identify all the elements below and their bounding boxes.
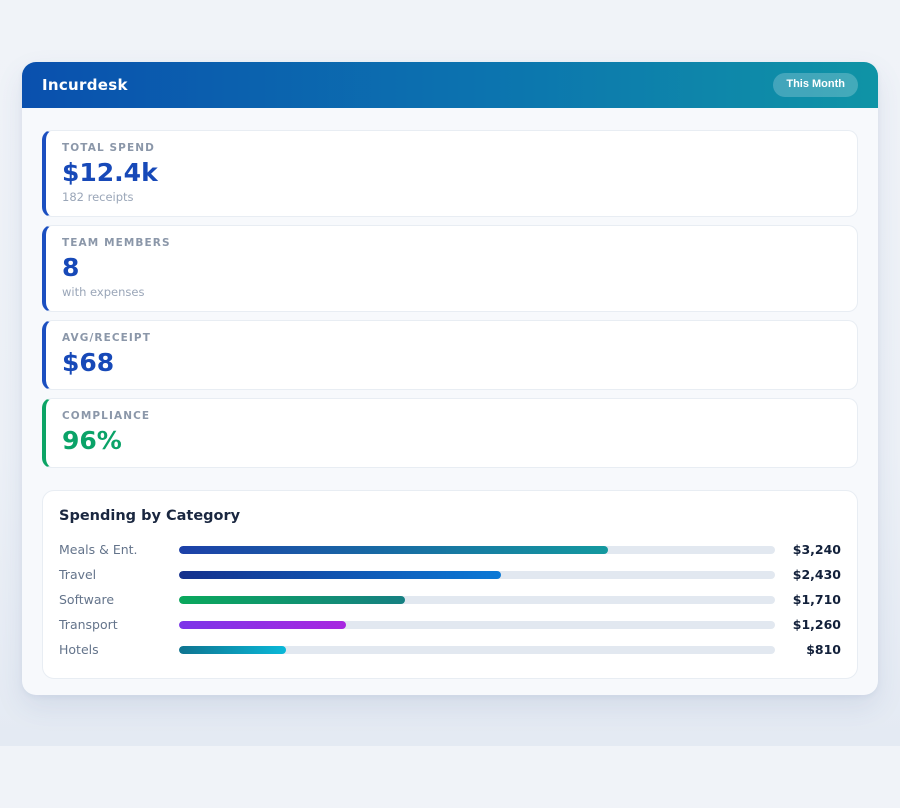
bar-fill [179,621,346,629]
app-header: Incurdesk This Month [22,62,878,108]
stat-label: TOTAL SPEND [62,142,841,155]
bar-fill [179,646,286,654]
bar-track [179,596,775,604]
stat-label: COMPLIANCE [62,410,841,423]
chart-row-software: Software $1,710 [59,587,841,612]
category-value: $2,430 [783,567,841,583]
chart-row-hotels: Hotels $810 [59,637,841,662]
category-value: $1,260 [783,617,841,633]
bar-fill [179,596,405,604]
stat-card-avg-receipt: AVG/RECEIPT $68 [42,320,858,390]
bar-track [179,571,775,579]
category-label: Travel [59,567,179,583]
stat-label: AVG/RECEIPT [62,332,841,345]
bar-fill [179,546,608,554]
chart-title: Spending by Category [59,507,841,525]
period-badge[interactable]: This Month [773,73,858,96]
stat-value: 8 [62,254,841,282]
category-value: $1,710 [783,592,841,608]
chart-row-travel: Travel $2,430 [59,562,841,587]
stat-card-compliance: COMPLIANCE 96% [42,398,858,468]
stat-label: TEAM MEMBERS [62,237,841,250]
bar-track [179,546,775,554]
category-label: Transport [59,617,179,633]
chart-row-meals: Meals & Ent. $3,240 [59,537,841,562]
bar-track [179,621,775,629]
chart-row-transport: Transport $1,260 [59,612,841,637]
stat-subtext: with expenses [62,285,841,299]
category-label: Hotels [59,642,179,658]
bar-track [179,646,775,654]
bar-fill [179,571,501,579]
dashboard-card: Incurdesk This Month TOTAL SPEND $12.4k … [22,62,878,695]
spending-by-category-chart: Spending by Category Meals & Ent. $3,240… [42,490,858,679]
dashboard-content: TOTAL SPEND $12.4k 182 receipts TEAM MEM… [22,108,878,695]
category-value: $3,240 [783,542,841,558]
category-label: Software [59,592,179,608]
stat-subtext: 182 receipts [62,190,841,204]
stat-card-team-members: TEAM MEMBERS 8 with expenses [42,225,858,312]
stat-card-total-spend: TOTAL SPEND $12.4k 182 receipts [42,130,858,217]
category-value: $810 [783,642,841,658]
stat-value: $68 [62,349,841,377]
stat-value: 96% [62,427,841,455]
app-title: Incurdesk [42,76,128,94]
stat-value: $12.4k [62,159,841,187]
category-label: Meals & Ent. [59,542,179,558]
